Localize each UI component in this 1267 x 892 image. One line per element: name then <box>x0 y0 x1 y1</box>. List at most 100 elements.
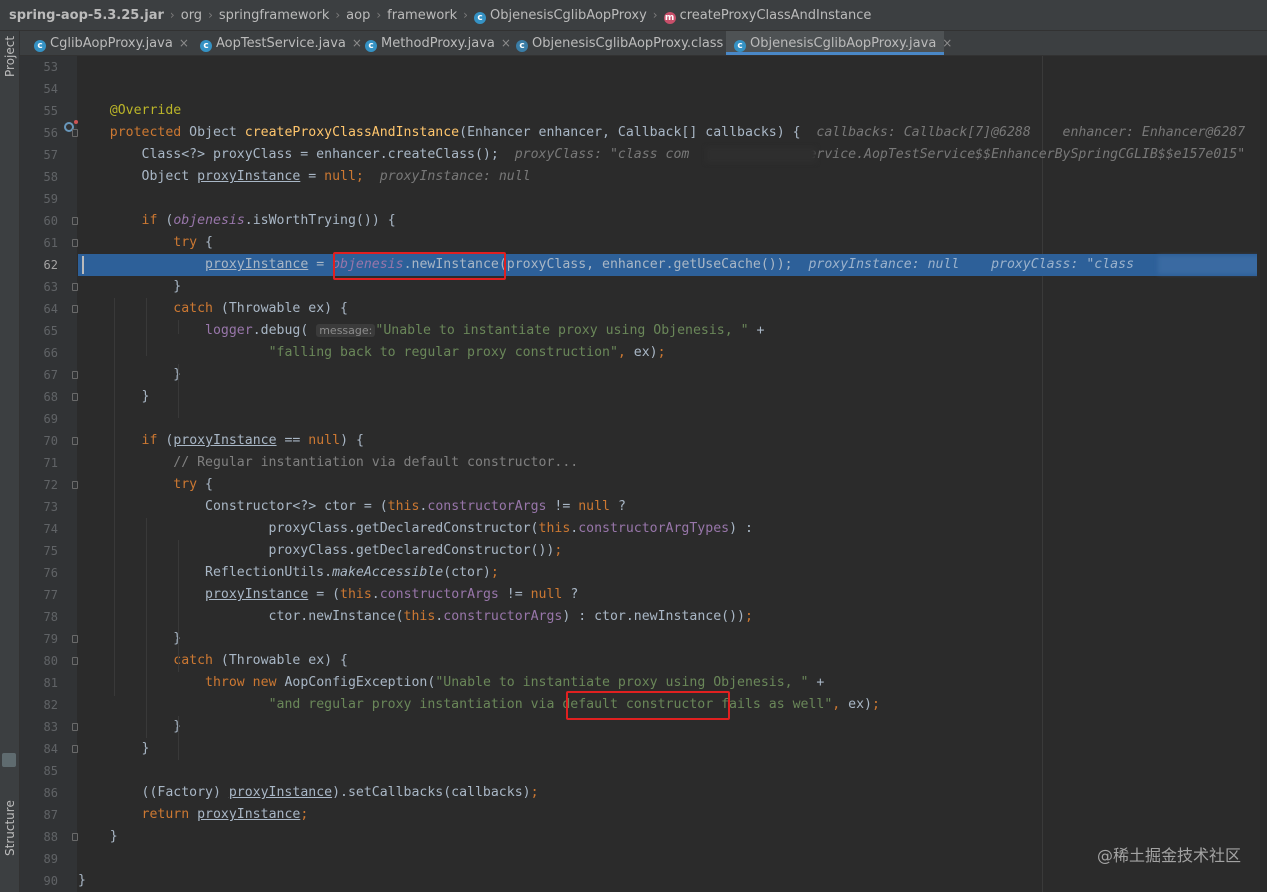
line-number[interactable]: 75 <box>20 540 58 562</box>
code-line[interactable]: ctor.newInstance(this.constructorArgs) :… <box>78 606 1267 628</box>
code-line[interactable]: catch (Throwable ex) { <box>78 650 1267 672</box>
line-number[interactable]: 58 <box>20 166 58 188</box>
editor-tab[interactable]: c MethodProxy.java × <box>357 31 511 55</box>
line-number[interactable]: 67 <box>20 364 58 386</box>
structure-tool-window-button[interactable]: Structure <box>3 800 17 856</box>
code-line[interactable]: } <box>78 364 1267 386</box>
code-line[interactable]: ((Factory) proxyInstance).setCallbacks(c… <box>78 782 1267 804</box>
code-editor[interactable]: @Override protected Object createProxyCl… <box>78 56 1267 892</box>
line-number[interactable]: 83 <box>20 716 58 738</box>
code-token: ).setCallbacks(callbacks) <box>332 785 531 800</box>
breadcrumb-item[interactable]: framework <box>385 1 459 30</box>
code-line[interactable]: protected Object createProxyClassAndInst… <box>78 122 1267 144</box>
code-line[interactable]: if (proxyInstance == null) { <box>78 430 1267 452</box>
code-line[interactable]: throw new AopConfigException("Unable to … <box>78 672 1267 694</box>
code-line[interactable]: Constructor<?> ctor = (this.constructorA… <box>78 496 1267 518</box>
breadcrumb-item[interactable]: c ObjenesisCglibAopProxy <box>472 1 649 30</box>
code-line[interactable]: return proxyInstance; <box>78 804 1267 826</box>
tab-close-icon[interactable]: × <box>179 36 189 50</box>
code-line[interactable]: } <box>78 870 1267 892</box>
line-number[interactable]: 79 <box>20 628 58 650</box>
line-number[interactable]: 62 <box>20 254 58 276</box>
code-line[interactable]: "and regular proxy instantiation via def… <box>78 694 1267 716</box>
editor-tab[interactable]: c CglibAopProxy.java × <box>26 31 189 55</box>
class-icon: c <box>200 40 212 52</box>
line-number[interactable]: 66 <box>20 342 58 364</box>
breadcrumb-item[interactable]: m createProxyClassAndInstance <box>662 1 874 30</box>
breadcrumb-item[interactable]: org <box>179 1 204 30</box>
code-line[interactable]: // Regular instantiation via default con… <box>78 452 1267 474</box>
code-line[interactable]: } <box>78 628 1267 650</box>
line-number[interactable]: 57 <box>20 144 58 166</box>
line-number[interactable]: 80 <box>20 650 58 672</box>
code-line[interactable] <box>78 56 1267 78</box>
line-number[interactable]: 90 <box>20 870 58 892</box>
line-number[interactable]: 85 <box>20 760 58 782</box>
code-line[interactable] <box>78 848 1267 870</box>
line-number[interactable]: 59 <box>20 188 58 210</box>
line-number[interactable]: 63 <box>20 276 58 298</box>
line-number[interactable]: 69 <box>20 408 58 430</box>
code-line[interactable] <box>78 78 1267 100</box>
line-number[interactable]: 89 <box>20 848 58 870</box>
line-number[interactable]: 65 <box>20 320 58 342</box>
code-line[interactable]: try { <box>78 474 1267 496</box>
editor-tab[interactable]: cObjenesisCglibAopProxy.class× <box>508 31 739 55</box>
line-number[interactable]: 53 <box>20 56 58 78</box>
code-line[interactable]: proxyInstance = objenesis.newInstance(pr… <box>78 254 1267 276</box>
code-line[interactable]: proxyClass.getDeclaredConstructor()); <box>78 540 1267 562</box>
line-number[interactable]: 78 <box>20 606 58 628</box>
breadcrumb-label: spring-aop-5.3.25.jar <box>9 8 164 23</box>
code-line[interactable]: ReflectionUtils.makeAccessible(ctor); <box>78 562 1267 584</box>
editor-tab[interactable]: c ObjenesisCglibAopProxy.java × <box>726 31 952 55</box>
line-number[interactable]: 70 <box>20 430 58 452</box>
code-line[interactable]: catch (Throwable ex) { <box>78 298 1267 320</box>
editor-tab[interactable]: c AopTestService.java × <box>192 31 362 55</box>
line-number[interactable]: 74 <box>20 518 58 540</box>
code-line[interactable]: } <box>78 386 1267 408</box>
project-tool-window-button[interactable]: Project <box>3 36 17 77</box>
line-number[interactable]: 86 <box>20 782 58 804</box>
line-number[interactable]: 84 <box>20 738 58 760</box>
line-number[interactable]: 61 <box>20 232 58 254</box>
line-number[interactable]: 71 <box>20 452 58 474</box>
line-number[interactable]: 76 <box>20 562 58 584</box>
line-number[interactable]: 64 <box>20 298 58 320</box>
code-line[interactable]: @Override <box>78 100 1267 122</box>
tab-close-icon[interactable]: × <box>942 36 952 50</box>
code-token: logger <box>205 323 253 338</box>
code-line[interactable]: proxyClass.getDeclaredConstructor(this.c… <box>78 518 1267 540</box>
code-line[interactable]: Object proxyInstance = null; proxyInstan… <box>78 166 1267 188</box>
code-line[interactable]: "falling back to regular proxy construct… <box>78 342 1267 364</box>
breadcrumb-item[interactable]: spring-aop-5.3.25.jar <box>0 1 166 30</box>
line-number[interactable]: 68 <box>20 386 58 408</box>
code-line[interactable] <box>78 408 1267 430</box>
line-number[interactable]: 87 <box>20 804 58 826</box>
code-line[interactable] <box>78 760 1267 782</box>
code-line[interactable]: } <box>78 716 1267 738</box>
code-line[interactable]: logger.debug( message: "Unable to instant… <box>78 320 1267 342</box>
line-number[interactable]: 81 <box>20 672 58 694</box>
editor-scrollbar[interactable] <box>1257 56 1267 892</box>
code-line[interactable]: try { <box>78 232 1267 254</box>
line-number[interactable]: 56 <box>20 122 58 144</box>
code-line[interactable]: proxyInstance = (this.constructorArgs !=… <box>78 584 1267 606</box>
line-number[interactable]: 55 <box>20 100 58 122</box>
breadcrumb-item[interactable]: aop <box>344 1 372 30</box>
line-number[interactable]: 54 <box>20 78 58 100</box>
line-number[interactable]: 82 <box>20 694 58 716</box>
code-line[interactable]: Class<?> proxyClass = enhancer.createCla… <box>78 144 1267 166</box>
line-number[interactable]: 60 <box>20 210 58 232</box>
code-line[interactable] <box>78 188 1267 210</box>
line-number[interactable]: 73 <box>20 496 58 518</box>
line-number[interactable]: 77 <box>20 584 58 606</box>
code-line[interactable]: } <box>78 738 1267 760</box>
code-line[interactable]: } <box>78 276 1267 298</box>
code-line[interactable]: } <box>78 826 1267 848</box>
code-line[interactable]: if (objenesis.isWorthTrying()) { <box>78 210 1267 232</box>
line-number[interactable]: 88 <box>20 826 58 848</box>
code-token: Object <box>189 125 245 140</box>
breadcrumb-item[interactable]: springframework <box>217 1 331 30</box>
line-number[interactable]: 72 <box>20 474 58 496</box>
